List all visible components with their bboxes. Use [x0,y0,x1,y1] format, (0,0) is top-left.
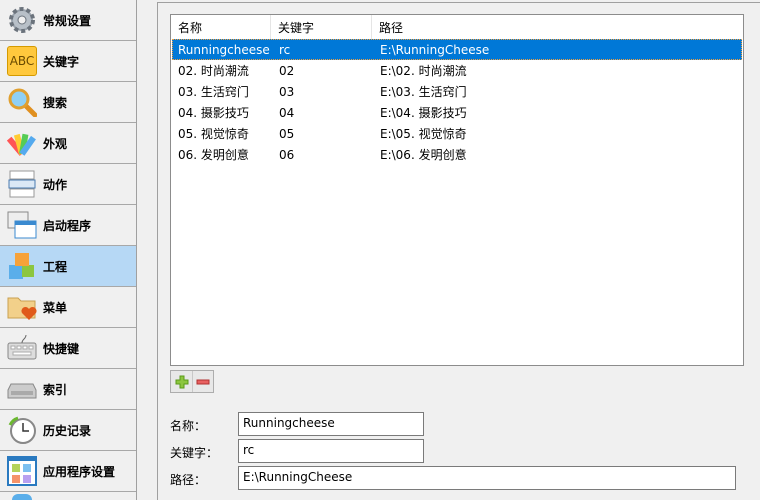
table-row[interactable]: 06. 发明创意 06 E:\06. 发明创意 [172,144,742,165]
cell-path: E:\04. 摄影技巧 [380,106,467,120]
table-row[interactable]: Runningcheese rc E:\RunningCheese [172,39,742,60]
table-buttons [170,370,214,393]
header-name[interactable]: 名称 [171,15,271,39]
magnifier-icon [6,86,38,118]
cell-keyword: 04 [279,105,295,120]
sidebar-item[interactable]: 索引 [0,369,136,410]
cell-name: 04. 摄影技巧 [178,106,249,120]
sidebar-item-label: 动作 [43,177,68,192]
cell-keyword: 03 [279,84,295,99]
sidebar-item-label: 启动程序 [43,218,92,233]
add-button[interactable] [171,371,192,392]
sidebar-item-label: 历史记录 [43,423,92,438]
gear-icon [6,4,38,36]
sidebar-item-label: 索引 [43,382,68,397]
cell-path: E:\05. 视觉惊奇 [380,127,467,141]
abc-icon: ABC [6,45,38,77]
cell-name: 05. 视觉惊奇 [178,127,249,141]
cell-name: 06. 发明创意 [178,148,249,162]
sidebar: 常规设置 ABC 关键字搜索外观动作启动程序工程菜单快捷键索引历史记录应用程序设置 [0,0,137,500]
name-label: 名称： [170,419,207,433]
plus-icon [175,375,188,388]
path-input[interactable]: E:\RunningCheese [238,466,736,490]
cell-name: 03. 生活窍门 [178,85,249,99]
path-label: 路径： [170,473,207,487]
sidebar-item-label: 工程 [43,259,68,274]
sidebar-item[interactable]: 应用程序设置 [0,451,136,492]
palette-icon [6,127,38,159]
cell-keyword: 02 [279,63,295,78]
sidebar-item-label: 外观 [43,136,68,151]
cell-path: E:\RunningCheese [380,42,490,57]
action-list-icon [6,168,38,200]
sidebar-item[interactable]: 菜单 [0,287,136,328]
sidebar-item-label: 菜单 [43,300,68,315]
partial-icon [12,494,32,500]
table-row[interactable]: 03. 生活窍门 03 E:\03. 生活窍门 [172,81,742,102]
sidebar-item-label: 搜索 [43,95,68,110]
keyword-label: 关键字： [170,446,219,460]
blocks-icon [6,250,38,282]
sidebar-item[interactable]: 快捷键 [0,328,136,369]
sidebar-item[interactable]: 启动程序 [0,205,136,246]
cell-keyword: rc [279,42,291,57]
sidebar-item-label: 常规设置 [43,13,92,28]
sidebar-item-label: 快捷键 [43,341,80,356]
clock-icon [6,414,38,446]
table-header: 名称 关键字 路径 [171,15,743,39]
table-row[interactable]: 05. 视觉惊奇 05 E:\05. 视觉惊奇 [172,123,742,144]
sidebar-item[interactable]: 历史记录 [0,410,136,451]
project-table[interactable]: 名称 关键字 路径 Runningcheese rc E:\RunningChees… [170,14,744,366]
header-keyword[interactable]: 关键字 [271,15,372,39]
sidebar-item[interactable]: 搜索 [0,82,136,123]
windows-icon [6,209,38,241]
keyword-input[interactable]: rc [238,439,424,463]
sidebar-item-label: 关键字 [43,54,80,69]
cell-path: E:\02. 时尚潮流 [380,64,467,78]
cell-keyword: 06 [279,147,295,162]
sidebar-item-label: 应用程序设置 [43,464,116,479]
minus-icon [196,379,210,384]
cell-name: 02. 时尚潮流 [178,64,249,78]
cell-path: E:\06. 发明创意 [380,148,467,162]
table-row[interactable]: 02. 时尚潮流 02 E:\02. 时尚潮流 [172,60,742,81]
sidebar-item[interactable]: 工程 [0,246,136,287]
sidebar-item-partial[interactable] [0,492,136,500]
name-input[interactable]: Runningcheese [238,412,424,436]
folder-heart-icon [6,291,38,323]
remove-button[interactable] [192,371,213,392]
app-settings-icon [6,455,38,487]
sidebar-item[interactable]: 外观 [0,123,136,164]
cell-keyword: 05 [279,126,295,141]
cell-name: Runningcheese [178,42,270,57]
sidebar-item[interactable]: 动作 [0,164,136,205]
header-path[interactable]: 路径 [372,15,743,39]
sidebar-item[interactable]: 常规设置 [0,0,136,41]
keyboard-icon [6,332,38,364]
drive-icon [6,373,38,405]
table-row[interactable]: 04. 摄影技巧 04 E:\04. 摄影技巧 [172,102,742,123]
sidebar-item[interactable]: ABC 关键字 [0,41,136,82]
cell-path: E:\03. 生活窍门 [380,85,467,99]
